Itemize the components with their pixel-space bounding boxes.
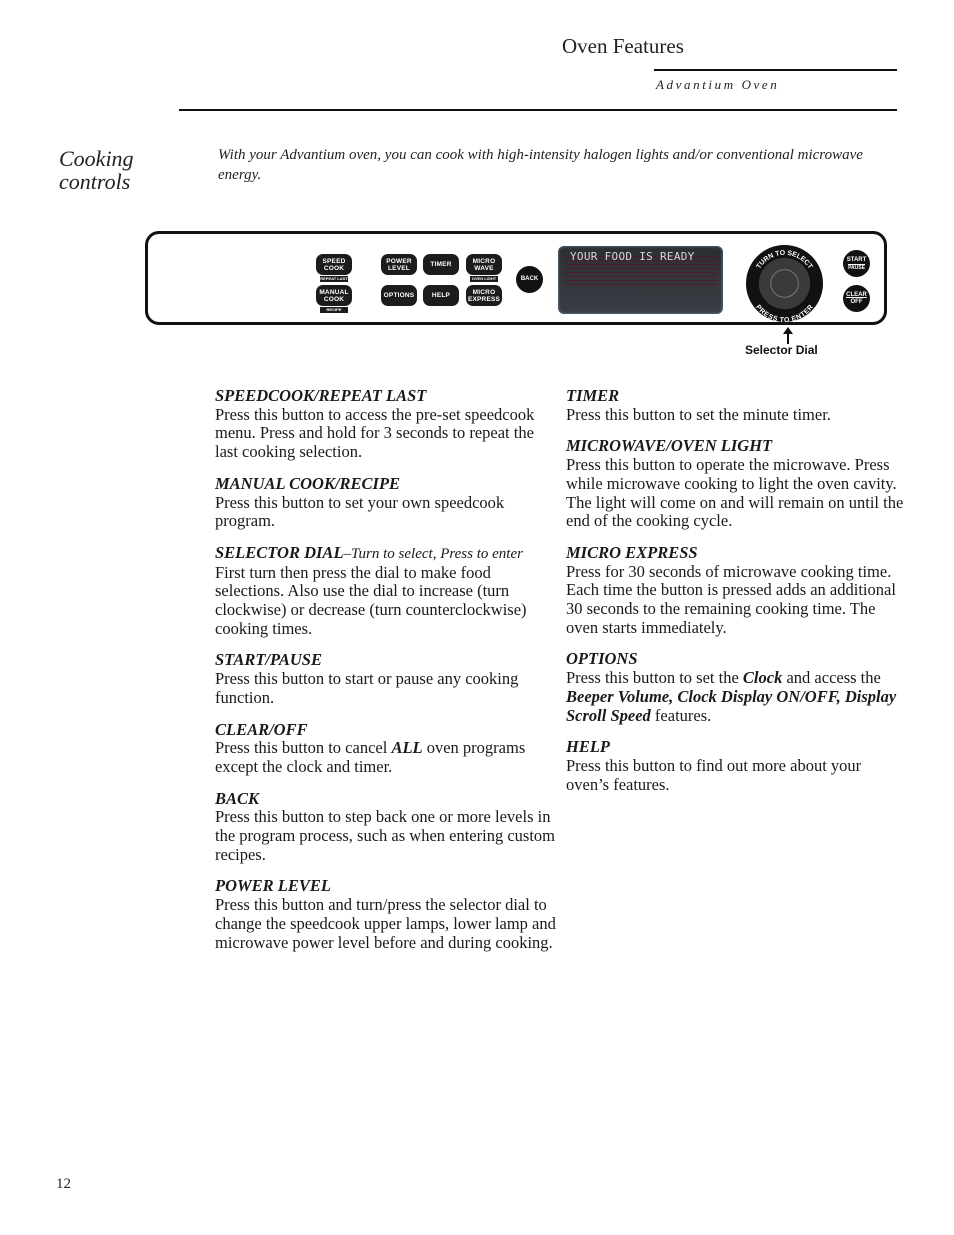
manual-cook-button[interactable]: MANUAL COOK — [316, 285, 352, 306]
description-options: OPTIONS Press this button to set the Clo… — [566, 650, 906, 725]
description-text: Press this button to operate the microwa… — [566, 455, 904, 531]
description-manual-cook: MANUAL COOK/RECIPE Press this button to … — [215, 473, 560, 531]
description-heading: CLEAR/OFF — [215, 719, 308, 739]
description-back: BACK Press this button to step back one … — [215, 788, 560, 865]
description-start-pause: START/PAUSE Press this button to start o… — [215, 651, 560, 707]
oven-light-label: OVEN LIGHT — [470, 276, 498, 282]
description-clear-off: CLEAR/OFF Press this button to cancel AL… — [215, 719, 560, 777]
description-heading: START/PAUSE — [215, 650, 322, 670]
micro-express-button[interactable]: MICRO EXPRESS — [466, 285, 502, 306]
description-text: Press this button to find out more about… — [566, 755, 862, 794]
description-text: Press for 30 seconds of microwave cookin… — [566, 561, 896, 637]
selector-dial-callout: Selector Dial — [745, 343, 818, 357]
description-heading: MICRO EXPRESS — [566, 542, 698, 562]
description-text: Press this button and turn/press the sel… — [215, 895, 556, 952]
description-timer: TIMER Press this button to set the minut… — [566, 386, 906, 424]
description-heading: TIMER — [566, 386, 620, 405]
description-text: Press this button to set the minute time… — [566, 404, 831, 424]
description-text: Press this button to start or pause any … — [215, 669, 519, 707]
descriptions-left-column: SPEEDCOOK/REPEAT LAST Press this button … — [215, 386, 560, 965]
description-heading: OPTIONS — [566, 649, 638, 669]
callout-arrow-line — [787, 330, 789, 344]
section-title-line1: Cooking — [59, 146, 134, 171]
description-help: HELP Press this button to find out more … — [566, 737, 906, 794]
description-heading: MANUAL COOK/RECIPE — [215, 473, 401, 493]
recipe-label: RECIPE — [320, 307, 348, 313]
description-heading: BACK — [215, 788, 260, 808]
description-power-level: POWER LEVEL Press this button and turn/p… — [215, 877, 560, 952]
description-text: Press this button to access the pre-set … — [215, 404, 535, 462]
section-intro: With your Advantium oven, you can cook w… — [218, 147, 863, 183]
header-divider — [179, 109, 897, 111]
timer-button[interactable]: TIMER — [423, 254, 459, 275]
description-text: Press this button to cancel ALL oven pro… — [215, 738, 526, 776]
descriptions-right-column: TIMER Press this button to set the minut… — [566, 386, 906, 807]
page-number: 12 — [56, 1176, 71, 1192]
emphasis-options-list: Beeper Volume, Clock Display ON/OFF, Dis… — [566, 686, 897, 725]
section-title: Cooking controls — [59, 147, 134, 193]
description-speedcook: SPEEDCOOK/REPEAT LAST Press this button … — [215, 386, 560, 462]
description-text: Press this button to set your own speedc… — [215, 492, 505, 531]
micro-wave-button[interactable]: MICRO WAVE — [466, 254, 502, 275]
page-header-title: Oven Features — [562, 34, 684, 58]
description-heading: HELP — [566, 737, 610, 757]
description-heading: SELECTOR DIAL — [215, 542, 344, 562]
back-button[interactable]: BACK — [516, 266, 543, 293]
speed-cook-button[interactable]: SPEED COOK — [316, 254, 352, 275]
emphasis-clock: Clock — [742, 668, 783, 688]
selector-dial[interactable]: TURN TO SELECT PRESS TO ENTER — [745, 244, 824, 323]
description-selector-dial: SELECTOR DIAL–Turn to select, Press to e… — [215, 542, 560, 639]
page-header-subtitle: Advantium Oven — [656, 77, 780, 92]
start-pause-button[interactable]: START PAUSE — [843, 250, 870, 277]
description-heading-sub: –Turn to select, Press to enter — [343, 545, 523, 562]
dial-knob — [758, 257, 811, 310]
description-heading: SPEEDCOOK/REPEAT LAST — [215, 386, 427, 405]
description-heading: MICROWAVE/OVEN LIGHT — [566, 436, 773, 456]
description-text: Press this button to step back one or mo… — [215, 807, 555, 864]
lcd-display: YOUR FOOD IS READY — [558, 246, 723, 314]
section-title-line2: controls — [59, 169, 131, 194]
clear-off-button[interactable]: CLEAR OFF — [843, 285, 870, 312]
header-rule — [654, 69, 897, 71]
description-heading: POWER LEVEL — [215, 876, 331, 896]
help-button[interactable]: HELP — [423, 285, 459, 306]
repeat-last-label: REPEAT LAST — [320, 276, 348, 282]
description-microwave-oven-light: MICROWAVE/OVEN LIGHT Press this button t… — [566, 437, 906, 531]
emphasis-all: ALL — [391, 738, 423, 758]
description-micro-express: MICRO EXPRESS Press for 30 seconds of mi… — [566, 542, 906, 638]
description-text: Press this button to set the Clock and a… — [566, 668, 897, 725]
display-message: YOUR FOOD IS READY — [570, 250, 695, 263]
description-text: First turn then press the dial to make f… — [215, 562, 527, 638]
options-button[interactable]: OPTIONS — [381, 285, 417, 306]
power-level-button[interactable]: POWER LEVEL — [381, 254, 417, 275]
